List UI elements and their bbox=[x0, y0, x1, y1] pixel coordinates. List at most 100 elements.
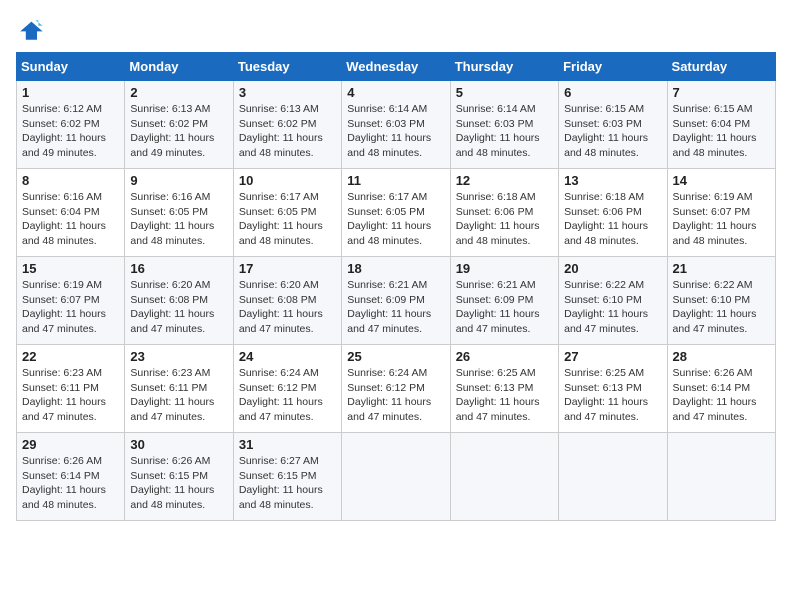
calendar-day-cell: 23 Sunrise: 6:23 AMSunset: 6:11 PMDaylig… bbox=[125, 345, 233, 433]
calendar-week-row: 8 Sunrise: 6:16 AMSunset: 6:04 PMDayligh… bbox=[17, 169, 776, 257]
calendar-day-cell: 12 Sunrise: 6:18 AMSunset: 6:06 PMDaylig… bbox=[450, 169, 558, 257]
day-number: 20 bbox=[564, 261, 661, 276]
day-number: 15 bbox=[22, 261, 119, 276]
day-number: 9 bbox=[130, 173, 227, 188]
day-info: Sunrise: 6:24 AMSunset: 6:12 PMDaylight:… bbox=[347, 367, 431, 423]
calendar-day-cell: 25 Sunrise: 6:24 AMSunset: 6:12 PMDaylig… bbox=[342, 345, 450, 433]
calendar-day-cell: 19 Sunrise: 6:21 AMSunset: 6:09 PMDaylig… bbox=[450, 257, 558, 345]
calendar-day-cell bbox=[450, 433, 558, 521]
calendar-day-cell: 6 Sunrise: 6:15 AMSunset: 6:03 PMDayligh… bbox=[559, 81, 667, 169]
day-info: Sunrise: 6:13 AMSunset: 6:02 PMDaylight:… bbox=[239, 103, 323, 159]
day-info: Sunrise: 6:14 AMSunset: 6:03 PMDaylight:… bbox=[347, 103, 431, 159]
day-number: 4 bbox=[347, 85, 444, 100]
day-number: 26 bbox=[456, 349, 553, 364]
day-info: Sunrise: 6:20 AMSunset: 6:08 PMDaylight:… bbox=[239, 279, 323, 335]
day-info: Sunrise: 6:18 AMSunset: 6:06 PMDaylight:… bbox=[564, 191, 648, 247]
calendar-day-cell: 1 Sunrise: 6:12 AMSunset: 6:02 PMDayligh… bbox=[17, 81, 125, 169]
calendar-day-cell: 10 Sunrise: 6:17 AMSunset: 6:05 PMDaylig… bbox=[233, 169, 341, 257]
day-info: Sunrise: 6:23 AMSunset: 6:11 PMDaylight:… bbox=[130, 367, 214, 423]
calendar-day-cell: 5 Sunrise: 6:14 AMSunset: 6:03 PMDayligh… bbox=[450, 81, 558, 169]
day-number: 3 bbox=[239, 85, 336, 100]
page-header bbox=[16, 16, 776, 44]
weekday-header-row: SundayMondayTuesdayWednesdayThursdayFrid… bbox=[17, 53, 776, 81]
weekday-header-cell: Sunday bbox=[17, 53, 125, 81]
day-number: 13 bbox=[564, 173, 661, 188]
day-number: 10 bbox=[239, 173, 336, 188]
day-info: Sunrise: 6:16 AMSunset: 6:04 PMDaylight:… bbox=[22, 191, 106, 247]
day-info: Sunrise: 6:16 AMSunset: 6:05 PMDaylight:… bbox=[130, 191, 214, 247]
day-info: Sunrise: 6:13 AMSunset: 6:02 PMDaylight:… bbox=[130, 103, 214, 159]
day-info: Sunrise: 6:12 AMSunset: 6:02 PMDaylight:… bbox=[22, 103, 106, 159]
day-number: 7 bbox=[673, 85, 770, 100]
day-info: Sunrise: 6:25 AMSunset: 6:13 PMDaylight:… bbox=[564, 367, 648, 423]
weekday-header-cell: Friday bbox=[559, 53, 667, 81]
calendar-day-cell: 31 Sunrise: 6:27 AMSunset: 6:15 PMDaylig… bbox=[233, 433, 341, 521]
calendar-day-cell: 2 Sunrise: 6:13 AMSunset: 6:02 PMDayligh… bbox=[125, 81, 233, 169]
calendar-day-cell bbox=[667, 433, 775, 521]
calendar-day-cell: 18 Sunrise: 6:21 AMSunset: 6:09 PMDaylig… bbox=[342, 257, 450, 345]
calendar-day-cell: 9 Sunrise: 6:16 AMSunset: 6:05 PMDayligh… bbox=[125, 169, 233, 257]
weekday-header-cell: Saturday bbox=[667, 53, 775, 81]
day-info: Sunrise: 6:24 AMSunset: 6:12 PMDaylight:… bbox=[239, 367, 323, 423]
day-info: Sunrise: 6:22 AMSunset: 6:10 PMDaylight:… bbox=[564, 279, 648, 335]
calendar-day-cell: 27 Sunrise: 6:25 AMSunset: 6:13 PMDaylig… bbox=[559, 345, 667, 433]
day-info: Sunrise: 6:15 AMSunset: 6:04 PMDaylight:… bbox=[673, 103, 757, 159]
day-info: Sunrise: 6:20 AMSunset: 6:08 PMDaylight:… bbox=[130, 279, 214, 335]
calendar-day-cell: 21 Sunrise: 6:22 AMSunset: 6:10 PMDaylig… bbox=[667, 257, 775, 345]
day-number: 2 bbox=[130, 85, 227, 100]
day-number: 24 bbox=[239, 349, 336, 364]
weekday-header-cell: Thursday bbox=[450, 53, 558, 81]
calendar-day-cell: 15 Sunrise: 6:19 AMSunset: 6:07 PMDaylig… bbox=[17, 257, 125, 345]
calendar-body: 1 Sunrise: 6:12 AMSunset: 6:02 PMDayligh… bbox=[17, 81, 776, 521]
day-info: Sunrise: 6:21 AMSunset: 6:09 PMDaylight:… bbox=[456, 279, 540, 335]
calendar-day-cell: 8 Sunrise: 6:16 AMSunset: 6:04 PMDayligh… bbox=[17, 169, 125, 257]
day-info: Sunrise: 6:23 AMSunset: 6:11 PMDaylight:… bbox=[22, 367, 106, 423]
day-info: Sunrise: 6:18 AMSunset: 6:06 PMDaylight:… bbox=[456, 191, 540, 247]
day-number: 11 bbox=[347, 173, 444, 188]
logo-icon bbox=[16, 16, 44, 44]
day-number: 23 bbox=[130, 349, 227, 364]
calendar-day-cell: 30 Sunrise: 6:26 AMSunset: 6:15 PMDaylig… bbox=[125, 433, 233, 521]
calendar-day-cell bbox=[559, 433, 667, 521]
day-number: 29 bbox=[22, 437, 119, 452]
day-number: 5 bbox=[456, 85, 553, 100]
day-info: Sunrise: 6:27 AMSunset: 6:15 PMDaylight:… bbox=[239, 455, 323, 511]
day-number: 25 bbox=[347, 349, 444, 364]
calendar-day-cell: 22 Sunrise: 6:23 AMSunset: 6:11 PMDaylig… bbox=[17, 345, 125, 433]
calendar-day-cell: 28 Sunrise: 6:26 AMSunset: 6:14 PMDaylig… bbox=[667, 345, 775, 433]
day-number: 21 bbox=[673, 261, 770, 276]
calendar-week-row: 29 Sunrise: 6:26 AMSunset: 6:14 PMDaylig… bbox=[17, 433, 776, 521]
calendar-day-cell: 11 Sunrise: 6:17 AMSunset: 6:05 PMDaylig… bbox=[342, 169, 450, 257]
calendar-day-cell: 20 Sunrise: 6:22 AMSunset: 6:10 PMDaylig… bbox=[559, 257, 667, 345]
day-info: Sunrise: 6:15 AMSunset: 6:03 PMDaylight:… bbox=[564, 103, 648, 159]
day-number: 19 bbox=[456, 261, 553, 276]
day-number: 27 bbox=[564, 349, 661, 364]
weekday-header-cell: Monday bbox=[125, 53, 233, 81]
day-number: 30 bbox=[130, 437, 227, 452]
calendar-day-cell: 16 Sunrise: 6:20 AMSunset: 6:08 PMDaylig… bbox=[125, 257, 233, 345]
calendar-day-cell bbox=[342, 433, 450, 521]
logo bbox=[16, 16, 48, 44]
day-info: Sunrise: 6:26 AMSunset: 6:15 PMDaylight:… bbox=[130, 455, 214, 511]
calendar-week-row: 15 Sunrise: 6:19 AMSunset: 6:07 PMDaylig… bbox=[17, 257, 776, 345]
weekday-header-cell: Tuesday bbox=[233, 53, 341, 81]
day-number: 28 bbox=[673, 349, 770, 364]
day-number: 16 bbox=[130, 261, 227, 276]
calendar-day-cell: 3 Sunrise: 6:13 AMSunset: 6:02 PMDayligh… bbox=[233, 81, 341, 169]
day-info: Sunrise: 6:19 AMSunset: 6:07 PMDaylight:… bbox=[22, 279, 106, 335]
calendar-day-cell: 7 Sunrise: 6:15 AMSunset: 6:04 PMDayligh… bbox=[667, 81, 775, 169]
day-info: Sunrise: 6:26 AMSunset: 6:14 PMDaylight:… bbox=[22, 455, 106, 511]
day-number: 12 bbox=[456, 173, 553, 188]
day-info: Sunrise: 6:25 AMSunset: 6:13 PMDaylight:… bbox=[456, 367, 540, 423]
calendar-day-cell: 17 Sunrise: 6:20 AMSunset: 6:08 PMDaylig… bbox=[233, 257, 341, 345]
day-number: 6 bbox=[564, 85, 661, 100]
day-info: Sunrise: 6:22 AMSunset: 6:10 PMDaylight:… bbox=[673, 279, 757, 335]
calendar-day-cell: 14 Sunrise: 6:19 AMSunset: 6:07 PMDaylig… bbox=[667, 169, 775, 257]
day-number: 17 bbox=[239, 261, 336, 276]
day-info: Sunrise: 6:21 AMSunset: 6:09 PMDaylight:… bbox=[347, 279, 431, 335]
day-number: 18 bbox=[347, 261, 444, 276]
calendar-day-cell: 26 Sunrise: 6:25 AMSunset: 6:13 PMDaylig… bbox=[450, 345, 558, 433]
day-info: Sunrise: 6:17 AMSunset: 6:05 PMDaylight:… bbox=[239, 191, 323, 247]
calendar-day-cell: 4 Sunrise: 6:14 AMSunset: 6:03 PMDayligh… bbox=[342, 81, 450, 169]
weekday-header-cell: Wednesday bbox=[342, 53, 450, 81]
